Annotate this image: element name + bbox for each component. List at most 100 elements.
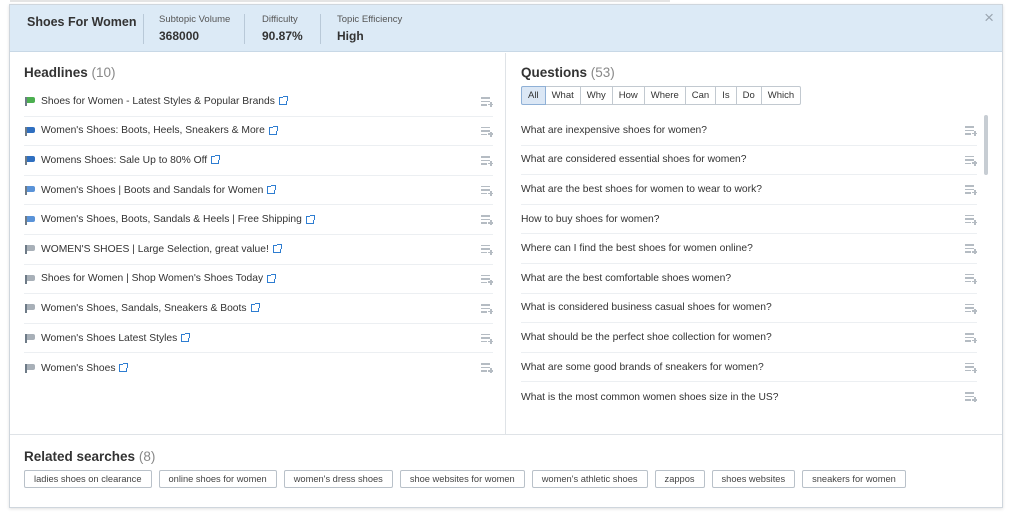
topic-title: Shoes For Women [27,15,137,29]
headlines-list: Shoes for Women - Latest Styles & Popula… [24,87,493,383]
add-to-list-icon[interactable] [965,303,977,314]
add-to-list-icon[interactable] [965,185,977,196]
external-link-icon[interactable] [268,125,278,135]
external-link-icon[interactable] [267,273,277,283]
flag-icon [24,363,35,374]
external-link-icon[interactable] [305,214,315,224]
question-row: What are considered essential shoes for … [521,146,977,176]
questions-count: (53) [590,65,615,80]
filter-which-button[interactable]: Which [761,86,802,105]
question-row: What is considered business casual shoes… [521,294,977,324]
headline-text: Shoes for Women | Shop Women's Shoes Tod… [41,273,264,285]
flag-icon [24,244,35,255]
add-to-list-icon[interactable] [481,304,493,315]
metric-value: 368000 [159,29,200,43]
filter-can-button[interactable]: Can [685,86,717,105]
related-search-chip[interactable]: shoes websites [711,470,796,488]
external-link-icon[interactable] [272,244,282,254]
related-title: Related searches (8) [24,449,155,464]
external-link-icon[interactable] [119,363,129,373]
add-to-list-icon[interactable] [965,126,977,136]
filter-do-button[interactable]: Do [736,86,762,105]
add-to-list-icon[interactable] [965,362,977,373]
flag-icon [24,185,35,196]
add-to-list-icon[interactable] [965,392,977,403]
flag-icon [24,126,35,136]
related-search-chip[interactable]: women's athletic shoes [531,470,648,488]
add-to-list-icon[interactable] [965,333,977,344]
questions-list: What are inexpensive shoes for women? Wha… [521,116,977,412]
headline-text: Womens Shoes: Sale Up to 80% Off [41,154,208,166]
external-link-icon[interactable] [278,96,288,106]
related-search-chip[interactable]: sneakers for women [802,470,906,488]
headline-text: Women's Shoes Latest Styles [41,332,178,344]
topic-header: Shoes For Women Subtopic Volume 368000 D… [10,5,1002,52]
headline-row: Women's Shoes | Boots and Sandals for Wo… [24,176,493,206]
related-searches-panel: Related searches (8) ladies shoes on cle… [10,434,1002,507]
questions-panel: Questions (53) All What Why How Where Can Is Do… [507,53,1002,434]
related-title-text: Related searches [24,449,136,464]
metric-label: Topic Efficiency [337,14,403,25]
headline-row: Women's Shoes, Boots, Sandals & Heels | … [24,205,493,235]
external-link-icon[interactable] [250,303,260,313]
add-to-list-icon[interactable] [481,215,493,226]
add-to-list-icon[interactable] [481,333,493,344]
add-to-list-icon[interactable] [965,155,977,166]
question-row: What are the best comfortable shoes wome… [521,264,977,294]
filter-why-button[interactable]: Why [580,86,613,105]
flag-icon [24,333,35,344]
close-icon[interactable]: × [984,9,994,26]
related-search-chip[interactable]: ladies shoes on clearance [24,470,152,488]
metric-label: Subtopic Volume [159,14,231,25]
related-search-chip[interactable]: zappos [654,470,705,488]
headline-text: WOMEN'S SHOES | Large Selection, great v… [41,243,269,255]
metric-subtopic-volume: Subtopic Volume 368000 [159,14,230,43]
filter-how-button[interactable]: How [612,86,645,105]
headline-text: Women's Shoes, Sandals, Sneakers & Boots [41,302,247,314]
question-text: What is considered business casual shoes… [521,302,772,314]
external-link-icon[interactable] [181,333,191,343]
related-search-chip[interactable]: women's dress shoes [283,470,393,488]
add-to-list-icon[interactable] [965,244,977,255]
question-row: What should be the perfect shoe collecti… [521,323,977,353]
external-link-icon[interactable] [211,155,221,165]
header-divider [320,14,321,44]
add-to-list-icon[interactable] [481,126,493,137]
add-to-list-icon[interactable] [481,97,493,107]
filter-where-button[interactable]: Where [644,86,686,105]
related-search-chip[interactable]: online shoes for women [158,470,277,488]
filter-all-button[interactable]: All [521,86,546,105]
add-to-list-icon[interactable] [481,244,493,255]
add-to-list-icon[interactable] [481,185,493,196]
question-text: How to buy shoes for women? [521,213,660,225]
question-row: What are the best shoes for women to wea… [521,175,977,205]
add-to-list-icon[interactable] [481,156,493,167]
question-text: What are the best shoes for women to wea… [521,183,762,195]
question-row: What is the most common women shoes size… [521,382,977,412]
headline-text: Shoes for Women - Latest Styles & Popula… [41,95,275,107]
flag-icon [24,155,35,166]
question-text: What are the best comfortable shoes wome… [521,272,732,284]
add-to-list-icon[interactable] [481,363,493,374]
headline-row: Women's Shoes Latest Styles [24,324,493,354]
filter-is-button[interactable]: Is [716,86,737,105]
related-search-chip[interactable]: shoe websites for women [399,470,525,488]
flag-icon [24,215,35,225]
add-to-list-icon[interactable] [965,273,977,284]
add-to-list-icon[interactable] [481,274,493,285]
metric-value: 90.87% [262,29,303,43]
questions-scrollbar[interactable] [984,115,988,175]
metric-difficulty: Difficulty 90.87% [262,14,303,43]
question-text: What are some good brands of sneakers fo… [521,361,764,373]
filter-what-button[interactable]: What [545,86,581,105]
external-link-icon[interactable] [267,185,277,195]
headline-row: Shoes for Women - Latest Styles & Popula… [24,87,493,117]
headline-text: Women's Shoes [41,362,116,374]
add-to-list-icon[interactable] [965,214,977,225]
headlines-title-text: Headlines [24,65,88,80]
questions-title-text: Questions [521,65,588,80]
flag-icon [24,303,35,314]
question-row: How to buy shoes for women? [521,205,977,235]
header-divider [244,14,245,44]
question-filter-group: All What Why How Where Can Is Do Which [521,86,802,105]
